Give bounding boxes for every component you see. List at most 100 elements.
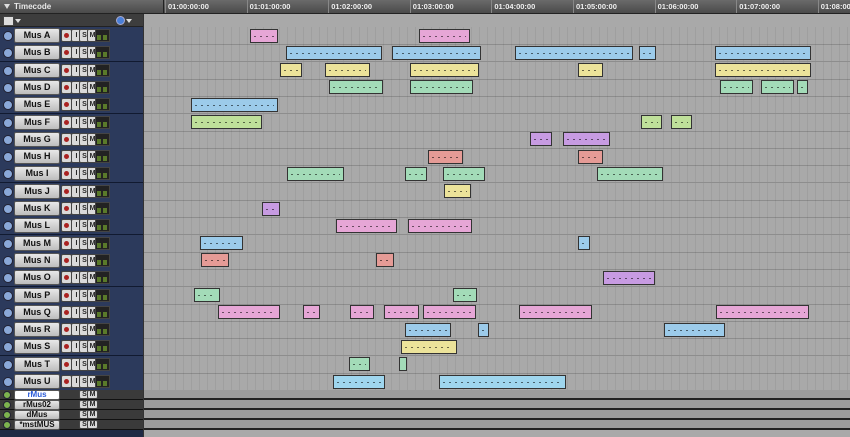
audio-clip[interactable]	[478, 322, 489, 337]
audio-clip[interactable]	[261, 201, 280, 216]
track-header[interactable]: Mus OISM	[0, 269, 143, 288]
aux-track-lane[interactable]	[143, 390, 850, 401]
audio-clip[interactable]	[518, 305, 593, 320]
audio-clip[interactable]	[332, 374, 386, 389]
track-name[interactable]: Mus U	[14, 374, 60, 389]
audio-clip[interactable]	[384, 305, 419, 320]
audio-clip[interactable]	[422, 305, 477, 320]
track-name[interactable]: Mus F	[14, 114, 60, 130]
audio-clip[interactable]	[286, 45, 382, 60]
track-header[interactable]: Mus EISM	[0, 96, 143, 115]
track-header[interactable]: Mus CISM	[0, 61, 143, 80]
audio-clip[interactable]	[328, 80, 383, 95]
track-name[interactable]: Mus K	[14, 201, 60, 216]
audio-clip[interactable]	[194, 288, 221, 302]
track-lane[interactable]	[143, 217, 850, 236]
ruler-menu-chevron-icon[interactable]	[4, 4, 10, 9]
audio-clip[interactable]	[428, 149, 464, 164]
track-name[interactable]: Mus E	[14, 97, 60, 113]
track-header[interactable]: Mus AISM	[0, 27, 143, 45]
track-header[interactable]: Mus GISM	[0, 130, 143, 149]
track-lane[interactable]	[143, 130, 850, 149]
audio-clip[interactable]	[418, 28, 470, 43]
audio-clip[interactable]	[578, 236, 590, 251]
track-header[interactable]: Mus QISM	[0, 303, 143, 322]
audio-clip[interactable]	[325, 63, 371, 78]
track-name[interactable]: Mus D	[14, 79, 60, 95]
audio-clip[interactable]	[641, 115, 662, 129]
track-name[interactable]: Mus Q	[14, 304, 60, 320]
audio-clip[interactable]	[664, 322, 725, 337]
track-name[interactable]: Mus H	[14, 149, 60, 165]
audio-clip[interactable]	[530, 132, 553, 147]
mute-button[interactable]: M	[87, 410, 98, 420]
audio-clip[interactable]	[714, 45, 811, 60]
track-lane[interactable]	[143, 269, 850, 288]
track-header[interactable]: Mus BISM	[0, 44, 143, 63]
aux-track-lane[interactable]	[143, 400, 850, 411]
audio-clip[interactable]	[401, 339, 457, 354]
track-header[interactable]: Mus JISM	[0, 182, 143, 201]
track-header[interactable]: Mus IISM	[0, 165, 143, 184]
track-lane[interactable]	[143, 234, 850, 253]
track-lane[interactable]	[143, 148, 850, 167]
audio-clip[interactable]	[349, 357, 371, 372]
track-name[interactable]: Mus O	[14, 270, 60, 286]
track-lane[interactable]	[143, 286, 850, 305]
track-name[interactable]: Mus B	[14, 45, 60, 61]
audio-clip[interactable]	[398, 357, 408, 372]
audio-clip[interactable]	[404, 166, 428, 181]
audio-clip[interactable]	[761, 80, 794, 95]
audio-clip[interactable]	[190, 115, 262, 129]
track-color-icon[interactable]	[116, 16, 125, 25]
audio-clip[interactable]	[287, 166, 345, 181]
track-header[interactable]: Mus PISM	[0, 286, 143, 305]
aux-track-header[interactable]: *mstMUS S M	[0, 420, 143, 431]
audio-clip[interactable]	[190, 97, 279, 112]
track-header[interactable]: Mus UISM	[0, 373, 143, 391]
aux-track-lane[interactable]	[143, 420, 850, 431]
track-name[interactable]: Mus N	[14, 252, 60, 268]
track-header[interactable]: Mus KISM	[0, 200, 143, 218]
mute-button[interactable]: M	[87, 390, 98, 400]
track-name[interactable]: Mus P	[14, 287, 60, 303]
track-header[interactable]: Mus NISM	[0, 251, 143, 270]
track-view-chevron-icon[interactable]	[15, 19, 21, 23]
audio-clip[interactable]	[720, 80, 754, 95]
audio-clip[interactable]	[279, 63, 302, 78]
track-lane[interactable]	[143, 338, 850, 357]
audio-clip[interactable]	[562, 132, 611, 147]
track-header[interactable]: Mus TISM	[0, 355, 143, 374]
audio-clip[interactable]	[797, 80, 808, 95]
track-header[interactable]: Mus DISM	[0, 78, 143, 97]
audio-clip[interactable]	[578, 149, 603, 164]
track-lane[interactable]	[143, 165, 850, 184]
audio-clip[interactable]	[349, 305, 374, 320]
track-name[interactable]: Mus R	[14, 322, 60, 338]
audio-clip[interactable]	[409, 63, 479, 78]
track-lane[interactable]	[143, 182, 850, 201]
track-name[interactable]: Mus G	[14, 131, 60, 147]
mute-button[interactable]: M	[87, 420, 98, 430]
aux-track-name[interactable]: rMus02	[14, 400, 60, 411]
track-view-icon[interactable]	[3, 16, 14, 26]
audio-clip[interactable]	[391, 45, 481, 60]
aux-track-header[interactable]: dMus S M	[0, 410, 143, 421]
aux-track-header[interactable]: rMus02 S M	[0, 400, 143, 411]
audio-clip[interactable]	[376, 253, 395, 268]
track-name[interactable]: Mus M	[14, 235, 60, 251]
audio-clip[interactable]	[217, 305, 280, 320]
audio-clip[interactable]	[442, 166, 486, 181]
track-header[interactable]: Mus RISM	[0, 321, 143, 340]
track-name[interactable]: Mus A	[14, 28, 60, 43]
audio-clip[interactable]	[407, 218, 472, 233]
track-lane[interactable]	[143, 321, 850, 340]
timeline-ruler[interactable]: Timecode 01:00:00:00 01:01:00:00 01:02:00:…	[0, 0, 850, 14]
track-header[interactable]: Mus LISM	[0, 217, 143, 236]
track-header[interactable]: Mus SISM	[0, 338, 143, 357]
track-name[interactable]: Mus S	[14, 339, 60, 355]
track-name[interactable]: Mus C	[14, 62, 60, 78]
audio-clip[interactable]	[452, 288, 478, 302]
aux-track-name[interactable]: *mstMUS	[14, 420, 60, 431]
aux-track-header[interactable]: rMus S M	[0, 390, 143, 401]
